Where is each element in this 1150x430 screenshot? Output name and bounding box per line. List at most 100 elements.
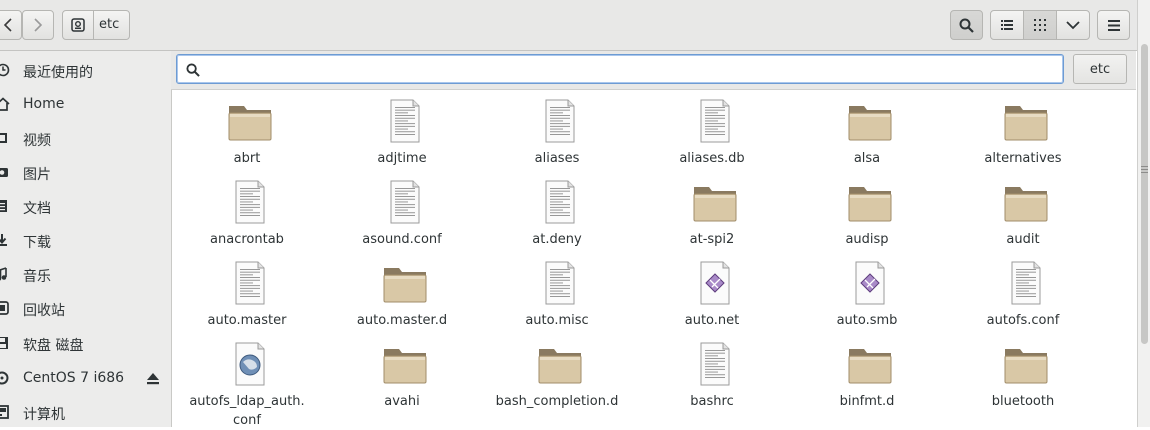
file-item[interactable]: bluetooth xyxy=(958,333,1088,413)
search-icon xyxy=(959,18,974,33)
search-location-button[interactable]: etc xyxy=(1073,54,1127,84)
document-icon xyxy=(0,200,7,212)
sidebar-item-computer[interactable]: 计算机 xyxy=(0,399,171,427)
file-item[interactable]: aliases xyxy=(492,90,622,170)
file-item[interactable]: autofs_ldap_auth. conf xyxy=(182,333,312,428)
search-bar: etc xyxy=(171,51,1136,90)
floppy-icon xyxy=(0,337,8,349)
file-item[interactable]: alternatives xyxy=(958,90,1088,170)
file-name: auto.misc xyxy=(525,313,589,328)
folder-icon xyxy=(227,98,273,144)
file-item[interactable]: bashrc xyxy=(647,333,777,413)
file-name: audisp xyxy=(845,232,889,247)
sidebar-item-pictures[interactable]: 图片 xyxy=(0,159,171,187)
sidebar-item-label: 图片 xyxy=(23,167,51,183)
sidebar-item-downloads[interactable]: 下载 xyxy=(0,227,171,255)
text-file-icon xyxy=(692,98,738,144)
scrollbar-thumb[interactable] xyxy=(1141,44,1148,344)
text-file-icon xyxy=(1003,260,1049,306)
eject-icon xyxy=(147,373,159,385)
file-name: abrt xyxy=(233,151,261,166)
computer-icon xyxy=(0,405,9,419)
file-item[interactable]: audisp xyxy=(802,171,932,251)
file-item[interactable]: asound.conf xyxy=(337,171,467,251)
back-button[interactable] xyxy=(0,10,22,40)
file-name: bash_completion.d xyxy=(495,394,619,409)
text-file-icon xyxy=(537,179,583,225)
file-name: at.deny xyxy=(532,232,582,247)
sidebar-item-label: 文档 xyxy=(23,201,51,217)
location-crumb[interactable]: etc xyxy=(62,10,130,40)
file-item[interactable]: alsa xyxy=(802,90,932,170)
text-file-icon xyxy=(382,179,428,225)
sidebar-item-label: 视频 xyxy=(23,133,51,149)
file-item[interactable]: adjtime xyxy=(337,90,467,170)
video-icon xyxy=(0,133,7,143)
search-input[interactable] xyxy=(176,54,1064,84)
file-item[interactable]: avahi xyxy=(337,333,467,413)
sidebar-item-label: 下载 xyxy=(23,235,51,251)
music-icon xyxy=(0,267,7,281)
file-item[interactable]: aliases.db xyxy=(647,90,777,170)
eject-button[interactable] xyxy=(146,372,160,389)
list-view-button[interactable] xyxy=(990,10,1024,40)
trash-icon xyxy=(0,301,9,315)
places-sidebar: 最近使用的 Home 视频 图片 文档 下载 音乐 回收站 软盘 磁盘 Cent… xyxy=(0,51,172,427)
sidebar-item-floppy[interactable]: 软盘 磁盘 xyxy=(0,330,171,358)
folder-icon xyxy=(1003,341,1049,387)
sidebar-item-videos[interactable]: 视频 xyxy=(0,125,171,153)
script-file-icon xyxy=(847,260,893,306)
app-menu-button[interactable] xyxy=(1097,10,1130,40)
file-item[interactable]: bash_completion.d xyxy=(492,333,622,413)
file-name: auto.net xyxy=(684,313,740,328)
folder-icon xyxy=(1003,179,1049,225)
file-item[interactable]: at-spi2 xyxy=(647,171,777,251)
file-name: adjtime xyxy=(377,151,427,166)
clock-icon xyxy=(0,63,10,77)
file-item[interactable]: binfmt.d xyxy=(802,333,932,413)
file-name: anacrontab xyxy=(210,232,284,247)
grid-icon xyxy=(1034,19,1046,31)
sidebar-item-label: CentOS 7 i686 xyxy=(23,370,125,386)
sidebar-item-label: 计算机 xyxy=(23,407,65,423)
sidebar-item-recent[interactable]: 最近使用的 xyxy=(0,57,171,85)
file-item[interactable]: at.deny xyxy=(492,171,622,251)
forward-button[interactable] xyxy=(22,10,54,40)
sidebar-item-home[interactable]: Home xyxy=(0,91,171,119)
sidebar-item-music[interactable]: 音乐 xyxy=(0,261,171,289)
file-item[interactable]: auto.net xyxy=(647,252,777,332)
download-icon xyxy=(0,234,7,246)
header-bar: etc xyxy=(0,0,1150,51)
folder-icon xyxy=(847,341,893,387)
sidebar-item-label: 回收站 xyxy=(23,303,65,319)
file-item[interactable]: auto.master.d xyxy=(337,252,467,332)
text-file-icon xyxy=(227,179,273,225)
file-item[interactable]: auto.misc xyxy=(492,252,622,332)
text-file-icon xyxy=(227,260,273,306)
file-item[interactable]: abrt xyxy=(182,90,312,170)
vertical-scrollbar[interactable] xyxy=(1137,0,1150,427)
view-options-button[interactable] xyxy=(1056,10,1090,40)
disc-icon xyxy=(0,371,9,385)
sidebar-item-label: 最近使用的 xyxy=(23,65,93,81)
drive-root-button[interactable] xyxy=(63,11,94,39)
text-file-icon xyxy=(537,98,583,144)
folder-icon xyxy=(382,341,428,387)
search-button[interactable] xyxy=(950,10,983,40)
file-name: auto.smb xyxy=(836,313,898,328)
sidebar-item-centos-disc[interactable]: CentOS 7 i686 xyxy=(0,365,171,393)
file-item[interactable]: autofs.conf xyxy=(958,252,1088,332)
file-name: audit xyxy=(1006,232,1040,247)
sidebar-item-documents[interactable]: 文档 xyxy=(0,193,171,221)
file-item[interactable]: anacrontab xyxy=(182,171,312,251)
chevron-left-icon xyxy=(3,18,12,32)
folder-icon xyxy=(382,260,428,306)
file-item[interactable]: auto.smb xyxy=(802,252,932,332)
sidebar-item-label: Home xyxy=(23,96,65,112)
file-item[interactable]: auto.master xyxy=(182,252,312,332)
file-item[interactable]: audit xyxy=(958,171,1088,251)
sidebar-item-trash[interactable]: 回收站 xyxy=(0,295,171,323)
grid-view-button[interactable] xyxy=(1023,10,1057,40)
search-icon xyxy=(186,63,200,77)
file-name: bashrc xyxy=(690,394,734,409)
